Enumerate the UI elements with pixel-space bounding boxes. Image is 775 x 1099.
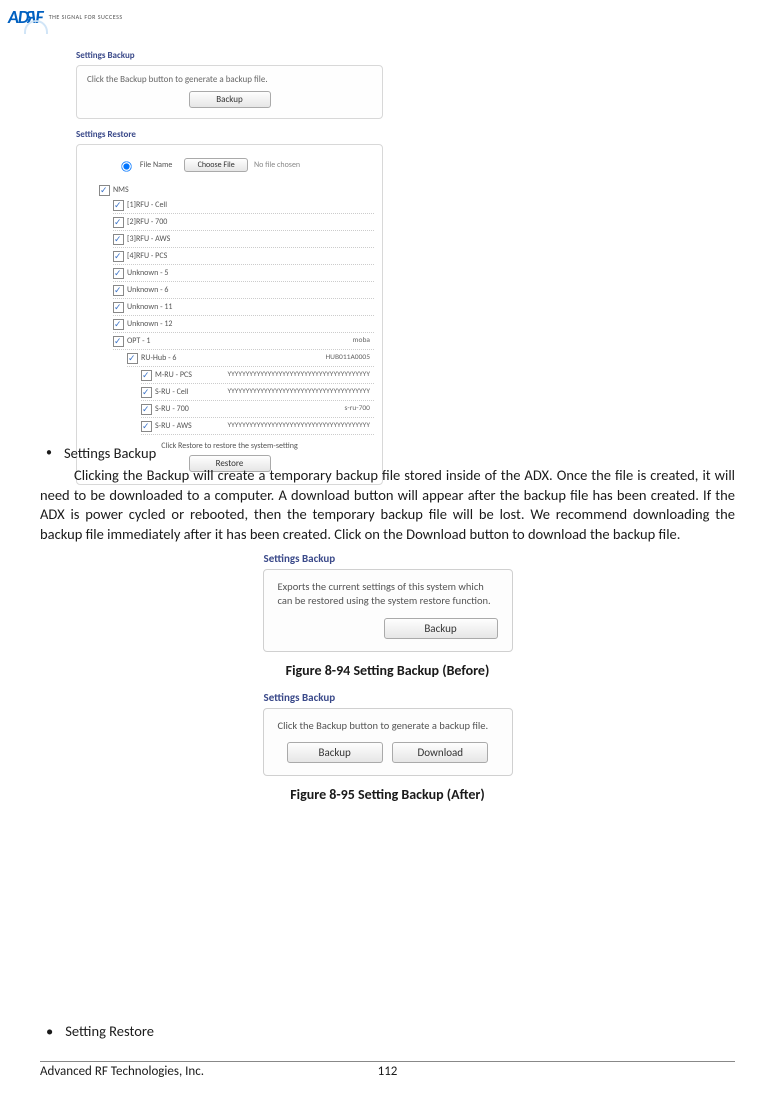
download-button[interactable]: Download	[392, 742, 488, 763]
checkbox-icon[interactable]	[141, 370, 152, 381]
backup-card-text: Click the Backup button to generate a ba…	[87, 74, 372, 85]
logo-letter: A	[8, 6, 18, 28]
checkbox-icon[interactable]	[113, 200, 124, 211]
checkbox-icon[interactable]	[141, 421, 152, 432]
choose-file-button[interactable]: Choose File	[184, 158, 248, 172]
file-chooser-row: File Name Choose File No file chosen	[115, 157, 374, 173]
paragraph: Clicking the Backup will create a tempor…	[40, 466, 735, 544]
file-source-radio[interactable]	[121, 161, 131, 171]
bullet-item: • Settings Backup	[46, 444, 735, 462]
tree-item-right: YYYYYYYYYYYYYYYYYYYYYYYYYYYYYYYYYYYYYYY	[227, 385, 370, 399]
tree-label: NMS	[113, 185, 129, 195]
settings-restore-title: Settings Restore	[76, 129, 383, 140]
mini-card-before: Exports the current settings of this sys…	[263, 569, 513, 651]
tree-item: [4]RFU - PCS	[127, 251, 167, 261]
tree-item: [3]RFU - AWS	[127, 234, 170, 244]
bullet-title: Setting Restore	[65, 1022, 154, 1040]
checkbox-icon[interactable]	[113, 302, 124, 313]
figure-before: Settings Backup Exports the current sett…	[40, 552, 735, 678]
tree-item: S-RU - Cell	[155, 387, 189, 397]
tree-item-right: HUB011A0005	[325, 351, 370, 365]
checkbox-icon[interactable]	[99, 185, 110, 196]
restore-card: File Name Choose File No file chosen NMS…	[76, 144, 383, 485]
tree-item-right: YYYYYYYYYYYYYYYYYYYYYYYYYYYYYYYYYYYYYYY	[227, 368, 370, 382]
tree-item: [1]RFU - Cell	[127, 200, 167, 210]
mini-title: Settings Backup	[264, 552, 512, 565]
checkbox-icon[interactable]	[113, 336, 124, 347]
mini-card-after: Click the Backup button to generate a ba…	[263, 708, 513, 777]
figure-caption: Figure 8-95 Setting Backup (After)	[40, 786, 735, 803]
checkbox-icon[interactable]	[127, 353, 138, 364]
checkbox-icon[interactable]	[113, 268, 124, 279]
settings-screenshot: Settings Backup Click the Backup button …	[76, 50, 383, 485]
page-footer: Advanced RF Technologies, Inc. 112	[40, 1061, 735, 1079]
footer-page-number: 112	[378, 1064, 398, 1079]
bullet-dot: •	[46, 444, 52, 462]
device-tree: NMS [1]RFU - Cell [2]RFU - 700 [3]RFU - …	[85, 183, 374, 435]
tree-item: Unknown - 5	[127, 268, 168, 278]
bullet-item: • Setting Restore	[46, 1022, 154, 1040]
checkbox-icon[interactable]	[141, 404, 152, 415]
bullet-dot: •	[46, 1022, 53, 1040]
brand-tagline: THE SIGNAL FOR SUCCESS	[49, 13, 123, 21]
no-file-chosen-text: No file chosen	[254, 160, 300, 170]
tree-item: M-RU - PCS	[155, 370, 192, 380]
tree-item-right: s-ru-700	[345, 402, 371, 416]
tree-item: S-RU - 700	[155, 404, 189, 414]
settings-backup-title: Settings Backup	[76, 50, 383, 61]
tree-item: OPT - 1	[127, 336, 150, 346]
figure-caption: Figure 8-94 Setting Backup (Before)	[40, 662, 735, 679]
tree-item: S-RU - AWS	[155, 421, 192, 431]
backup-button[interactable]: Backup	[287, 742, 383, 763]
mini-title: Settings Backup	[264, 691, 512, 704]
mini-text: Exports the current settings of this sys…	[278, 580, 498, 607]
body-text-area: • Settings Backup Clicking the Backup wi…	[40, 444, 735, 803]
tree-item-right: YYYYYYYYYYYYYYYYYYYYYYYYYYYYYYYYYYYYYYY	[227, 419, 370, 433]
figure-after: Settings Backup Click the Backup button …	[40, 691, 735, 804]
tree-item: [2]RFU - 700	[127, 217, 167, 227]
tree-item: Unknown - 6	[127, 285, 168, 295]
checkbox-icon[interactable]	[113, 319, 124, 330]
tree-item: Unknown - 11	[127, 302, 172, 312]
tree-item: Unknown - 12	[127, 319, 172, 329]
file-name-label: File Name	[140, 160, 173, 170]
footer-company: Advanced RF Technologies, Inc.	[40, 1064, 204, 1079]
backup-button[interactable]: Backup	[189, 91, 271, 108]
checkbox-icon[interactable]	[113, 285, 124, 296]
checkbox-icon[interactable]	[141, 387, 152, 398]
backup-card: Click the Backup button to generate a ba…	[76, 65, 383, 119]
checkbox-icon[interactable]	[113, 234, 124, 245]
bullet-title: Settings Backup	[64, 444, 156, 462]
mini-text: Click the Backup button to generate a ba…	[278, 719, 498, 733]
wifi-arc-decoration	[20, 20, 50, 36]
backup-button[interactable]: Backup	[384, 618, 498, 639]
tree-item-right: moba	[353, 334, 370, 348]
checkbox-icon[interactable]	[113, 217, 124, 228]
tree-item: RU-Hub - 6	[141, 353, 176, 363]
checkbox-icon[interactable]	[113, 251, 124, 262]
